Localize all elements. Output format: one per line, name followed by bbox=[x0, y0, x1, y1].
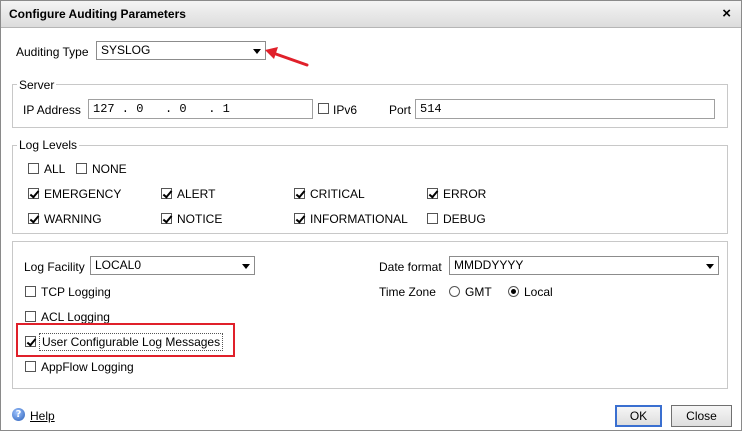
notice-label: NOTICE bbox=[177, 212, 223, 226]
log-facility-value: LOCAL0 bbox=[95, 258, 142, 272]
log-facility-label: Log Facility bbox=[24, 260, 85, 274]
error-checkbox[interactable] bbox=[427, 188, 438, 199]
date-format-value: MMDDYYYY bbox=[454, 258, 524, 272]
user-configurable-log-messages-checkbox[interactable] bbox=[25, 336, 36, 347]
close-button[interactable]: Close bbox=[671, 405, 732, 427]
chevron-down-icon bbox=[242, 264, 250, 269]
port-input[interactable]: 514 bbox=[415, 99, 715, 119]
auditing-type-value: SYSLOG bbox=[101, 43, 151, 57]
tz-gmt-radio[interactable] bbox=[449, 286, 460, 297]
port-label: Port bbox=[389, 103, 412, 117]
red-arrow-annotation bbox=[265, 47, 309, 67]
critical-checkbox[interactable] bbox=[294, 188, 305, 199]
alert-checkbox[interactable] bbox=[161, 188, 172, 199]
auditing-type-select[interactable]: SYSLOG bbox=[96, 41, 266, 60]
tz-gmt-label: GMT bbox=[465, 285, 492, 299]
chevron-down-icon bbox=[706, 264, 714, 269]
title-bar: Configure Auditing Parameters × bbox=[1, 1, 741, 28]
emergency-checkbox[interactable] bbox=[28, 188, 39, 199]
server-legend: Server bbox=[17, 78, 57, 92]
error-label: ERROR bbox=[443, 187, 487, 201]
acl-logging-checkbox[interactable] bbox=[25, 311, 36, 322]
ok-button[interactable]: OK bbox=[615, 405, 662, 427]
date-format-label: Date format bbox=[379, 260, 442, 274]
warning-checkbox[interactable] bbox=[28, 213, 39, 224]
informational-label: INFORMATIONAL bbox=[310, 212, 408, 226]
tcp-logging-checkbox[interactable] bbox=[25, 286, 36, 297]
debug-label: DEBUG bbox=[443, 212, 486, 226]
auditing-type-label: Auditing Type bbox=[16, 45, 89, 59]
critical-label: CRITICAL bbox=[310, 187, 365, 201]
warning-label: WARNING bbox=[44, 212, 102, 226]
appflow-logging-checkbox[interactable] bbox=[25, 361, 36, 372]
dialog-title: Configure Auditing Parameters bbox=[9, 7, 186, 21]
debug-checkbox[interactable] bbox=[427, 213, 438, 224]
log-facility-select[interactable]: LOCAL0 bbox=[90, 256, 255, 275]
date-format-select[interactable]: MMDDYYYY bbox=[449, 256, 719, 275]
all-label: ALL bbox=[44, 162, 66, 176]
ip-address-label: IP Address bbox=[23, 103, 81, 117]
ipv6-label: IPv6 bbox=[333, 103, 358, 117]
notice-checkbox[interactable] bbox=[161, 213, 172, 224]
emergency-label: EMERGENCY bbox=[44, 187, 122, 201]
ipv6-checkbox[interactable] bbox=[318, 103, 329, 114]
tcp-logging-label: TCP Logging bbox=[41, 285, 111, 299]
acl-logging-label: ACL Logging bbox=[41, 310, 110, 324]
configure-auditing-dialog: Configure Auditing Parameters × Auditing… bbox=[0, 0, 742, 431]
user-configurable-log-messages-label: User Configurable Log Messages bbox=[39, 333, 224, 351]
none-label: NONE bbox=[92, 162, 127, 176]
help-link[interactable]: Help bbox=[30, 409, 55, 423]
log-levels-legend: Log Levels bbox=[17, 138, 80, 152]
none-checkbox[interactable] bbox=[76, 163, 87, 174]
chevron-down-icon bbox=[253, 49, 261, 54]
all-checkbox[interactable] bbox=[28, 163, 39, 174]
tz-local-label: Local bbox=[524, 285, 553, 299]
ip-address-input[interactable]: 127 . 0 . 0 . 1 bbox=[88, 99, 313, 119]
appflow-logging-label: AppFlow Logging bbox=[41, 360, 134, 374]
tz-local-radio[interactable] bbox=[508, 286, 519, 297]
help-icon[interactable]: ? bbox=[12, 408, 25, 421]
informational-checkbox[interactable] bbox=[294, 213, 305, 224]
time-zone-label: Time Zone bbox=[379, 285, 436, 299]
alert-label: ALERT bbox=[177, 187, 216, 201]
close-icon[interactable]: × bbox=[722, 5, 731, 22]
